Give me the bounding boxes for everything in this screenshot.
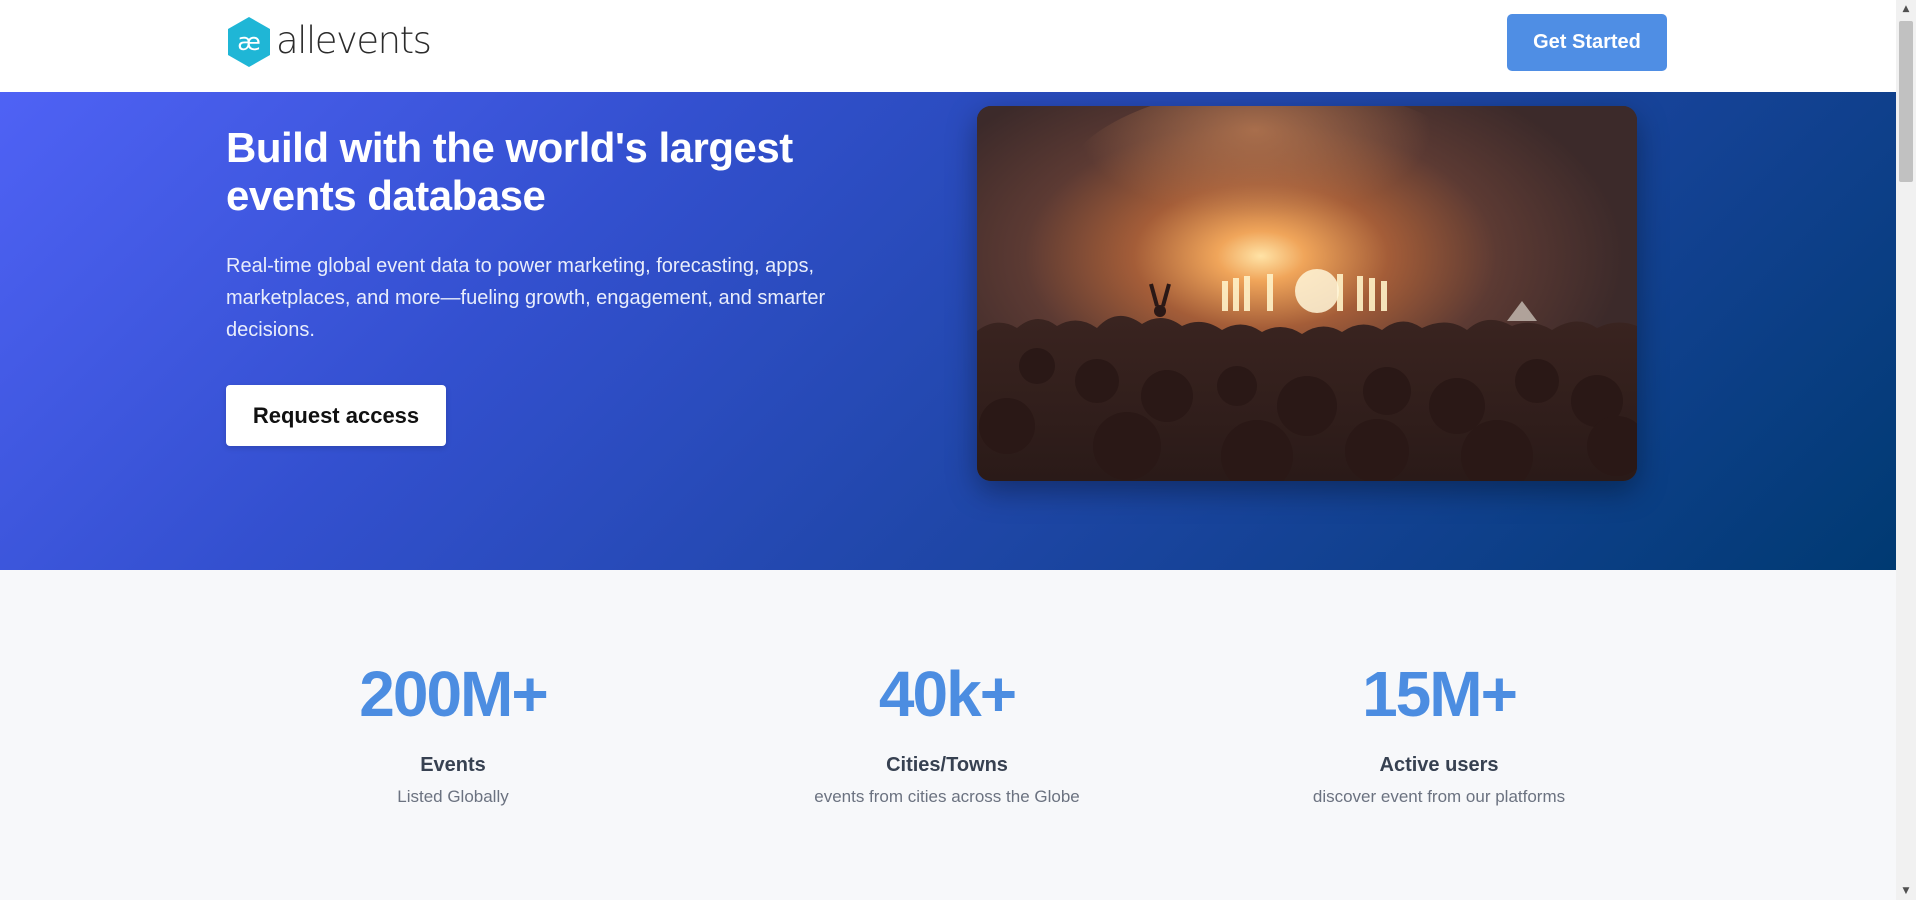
stat-label: Cities/Towns bbox=[886, 754, 1008, 776]
stat-label: Events bbox=[420, 754, 486, 776]
stat-subtitle: discover event from our platforms bbox=[1312, 787, 1566, 806]
request-access-button[interactable]: Request access bbox=[226, 385, 446, 446]
svg-text:æ: æ bbox=[237, 28, 261, 56]
stat-value: 40k+ bbox=[878, 658, 1017, 730]
hero-description: Real-time global event data to power mar… bbox=[226, 255, 826, 341]
hero-section: Build with the world's largest events da… bbox=[0, 92, 1896, 570]
get-started-button[interactable]: Get Started bbox=[1507, 14, 1667, 71]
stat-subtitle: events from cities across the Globe bbox=[814, 787, 1080, 806]
stat-cities: 40k+ Cities/Towns events from cities acr… bbox=[737, 658, 1157, 808]
stat-label: Active users bbox=[1379, 754, 1499, 776]
hero-title: Build with the world's largest events da… bbox=[226, 124, 793, 219]
stat-active-users: 15M+ Active users discover event from ou… bbox=[1229, 658, 1649, 808]
logo-hexagon-icon: æ bbox=[228, 17, 270, 67]
stat-events: 200M+ Events Listed Globally bbox=[243, 658, 663, 808]
scrollbar-thumb[interactable] bbox=[1899, 21, 1913, 182]
stat-subtitle: Listed Globally bbox=[397, 787, 509, 806]
stats-section: 200M+ Events Listed Globally 40k+ Cities… bbox=[0, 570, 1896, 900]
concert-crowd-photo-icon bbox=[977, 106, 1637, 481]
site-header: æ allevents Get Started bbox=[0, 0, 1896, 92]
scroll-up-arrow-icon[interactable]: ▲ bbox=[1896, 0, 1916, 18]
scroll-down-arrow-icon[interactable]: ▼ bbox=[1896, 882, 1916, 900]
page-scrollbar[interactable]: ▲ ▼ bbox=[1896, 0, 1916, 900]
stat-value: 200M+ bbox=[359, 658, 548, 730]
stat-value: 15M+ bbox=[1362, 658, 1518, 730]
concert-crowd-image bbox=[977, 106, 1637, 481]
logo-wordmark: allevents bbox=[276, 18, 432, 62]
allevents-logo[interactable]: æ allevents bbox=[226, 16, 432, 68]
